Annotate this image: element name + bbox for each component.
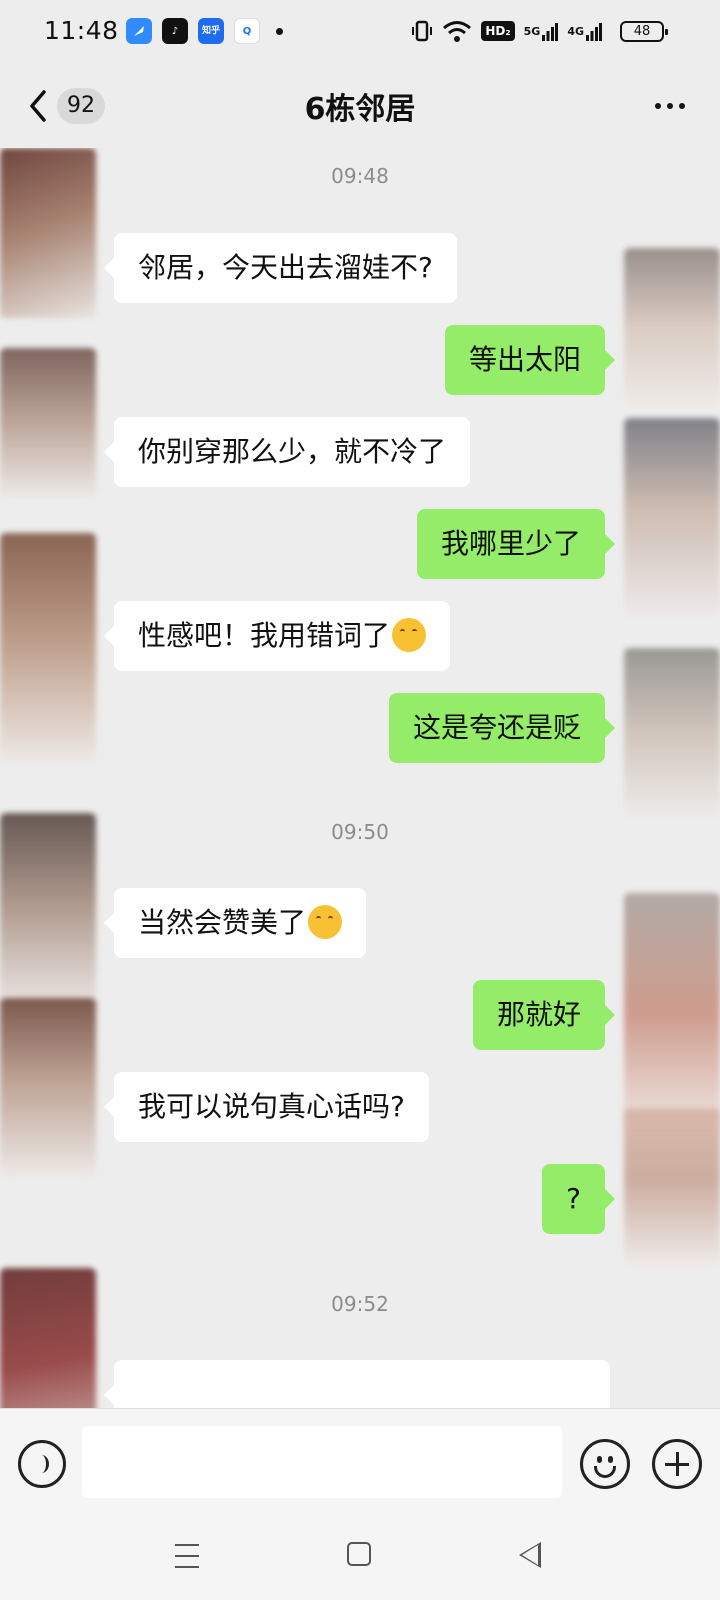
smiley-icon — [597, 1456, 602, 1463]
incoming-message[interactable]: 性感吧！我用错词了 — [103, 601, 451, 671]
composer-bar — [0, 1408, 720, 1518]
self-avatar[interactable] — [624, 1108, 720, 1268]
outgoing-message[interactable]: 我哪里少了 — [416, 509, 616, 579]
feather-app-icon — [126, 18, 152, 44]
thinking-emoji-icon — [308, 905, 343, 939]
timestamp: 09:52 — [331, 1292, 389, 1316]
more-dots-icon — [655, 103, 661, 109]
incoming-message[interactable]: 邻居，今天出去溜娃不? — [104, 233, 457, 303]
incoming-message[interactable]: 你别穿那么少，就不冷了 — [103, 417, 471, 487]
status-time: 11:48 — [44, 16, 119, 45]
message-text: ? — [566, 1182, 581, 1215]
more-options-button[interactable] — [650, 92, 690, 120]
message-text: 我哪里少了 — [440, 527, 581, 560]
status-bar: 11:48 ♪ 知乎 Q HD₂ 5G 4G 48 — [0, 0, 720, 64]
self-avatar[interactable] — [624, 648, 720, 818]
wifi-icon — [442, 18, 472, 44]
status-indicators: HD₂ 5G 4G — [411, 18, 602, 44]
timestamp: 09:48 — [331, 164, 389, 188]
message-text: 邻居，今天出去溜娃不? — [138, 251, 433, 284]
system-navigation-bar — [0, 1518, 720, 1600]
message-input[interactable] — [82, 1426, 562, 1498]
search-app-icon: Q — [234, 18, 260, 44]
self-avatar[interactable] — [624, 248, 720, 408]
notification-dot-icon — [276, 27, 283, 35]
contact-avatar[interactable] — [0, 1268, 96, 1408]
message-text: 等出太阳 — [468, 343, 581, 376]
net2-label: 4G — [567, 24, 584, 38]
battery-icon: 48 — [620, 21, 668, 42]
battery-level: 48 — [633, 24, 651, 39]
self-avatar[interactable] — [624, 893, 720, 1133]
thinking-emoji-icon — [392, 618, 427, 652]
message-text: 你别穿那么少，就不冷了 — [138, 435, 447, 468]
outgoing-message[interactable]: 这是夸还是贬 — [388, 693, 616, 763]
recent-apps-button[interactable] — [175, 1544, 201, 1570]
signal-5g-icon: 5G — [524, 18, 559, 44]
system-back-button[interactable] — [519, 1542, 541, 1568]
incoming-message-partial[interactable] — [104, 1360, 610, 1408]
message-text: 当然会赞美了 — [138, 906, 307, 939]
outgoing-message[interactable]: ? — [542, 1164, 615, 1234]
self-avatar[interactable] — [624, 418, 720, 618]
message-text: 我可以说句真心话吗? — [138, 1090, 405, 1123]
tiktok-icon: ♪ — [162, 18, 188, 44]
zhihu-icon: 知乎 — [198, 18, 224, 44]
chat-header: 92 6栋邻居 — [0, 64, 720, 148]
menu-icon — [175, 1544, 199, 1546]
message-text: 那就好 — [496, 998, 581, 1031]
page-title: 6栋邻居 — [304, 92, 416, 127]
net1-label: 5G — [523, 24, 541, 38]
incoming-message[interactable]: 我可以说句真心话吗? — [104, 1072, 429, 1142]
outgoing-message[interactable]: 那就好 — [472, 980, 616, 1050]
hd-icon: HD₂ — [481, 21, 515, 41]
hd-label: HD₂ — [485, 24, 511, 38]
emoji-button[interactable] — [580, 1439, 630, 1489]
timestamp: 09:50 — [331, 820, 389, 844]
voice-input-button[interactable] — [18, 1440, 66, 1488]
contact-avatar[interactable] — [0, 998, 96, 1178]
message-list[interactable]: 09:48 邻居，今天出去溜娃不? 等出太阳 你别穿那么少，就不冷了 我哪里少了… — [0, 148, 720, 1408]
message-text: 性感吧！我用错词了 — [138, 619, 391, 652]
signal-4g-icon: 4G — [567, 18, 602, 44]
more-actions-button[interactable] — [652, 1439, 702, 1489]
vibrate-icon — [411, 18, 433, 44]
home-button[interactable] — [347, 1542, 371, 1566]
outgoing-message[interactable]: 等出太阳 — [444, 325, 616, 395]
status-app-icons: ♪ 知乎 Q — [126, 18, 283, 44]
contact-avatar[interactable] — [0, 348, 96, 498]
incoming-message[interactable]: 当然会赞美了 — [103, 888, 367, 958]
message-text: 这是夸还是贬 — [412, 711, 581, 744]
contact-avatar[interactable] — [0, 533, 96, 763]
